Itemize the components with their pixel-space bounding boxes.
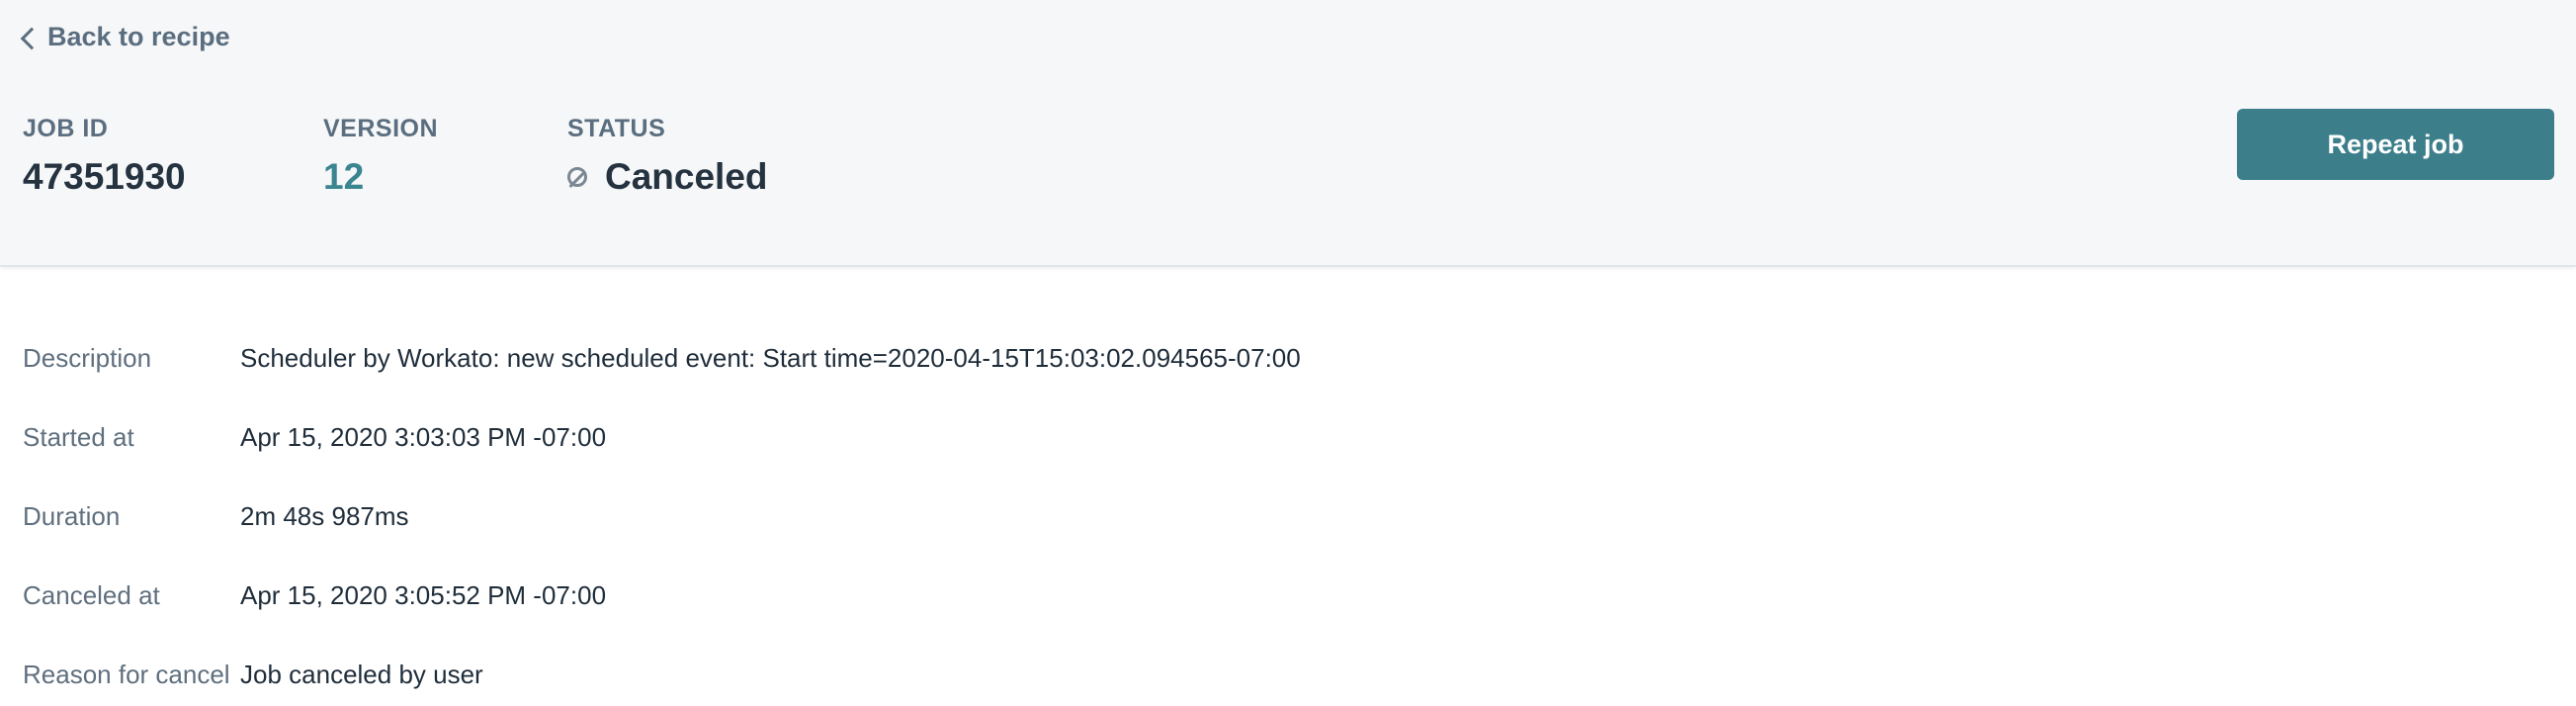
job-id-label: JOB ID xyxy=(23,115,109,142)
cancel-circle-icon xyxy=(567,167,587,187)
status-label: STATUS xyxy=(567,115,666,142)
detail-row-canceled-at: Canceled at Apr 15, 2020 3:05:52 PM -07:… xyxy=(0,575,2576,615)
detail-label: Canceled at xyxy=(23,580,160,610)
detail-row-started-at: Started at Apr 15, 2020 3:03:03 PM -07:0… xyxy=(0,417,2576,457)
detail-value: Scheduler by Workato: new scheduled even… xyxy=(240,343,1301,373)
detail-label: Duration xyxy=(23,501,121,531)
detail-row-duration: Duration 2m 48s 987ms xyxy=(0,496,2576,536)
version-link[interactable]: 12 xyxy=(323,154,438,200)
detail-row-description: Description Scheduler by Workato: new sc… xyxy=(0,338,2576,378)
job-id-value: 47351930 xyxy=(23,156,186,197)
job-header: Back to recipe JOB ID 47351930 VERSION 1… xyxy=(0,0,2576,267)
chevron-left-icon xyxy=(20,27,43,49)
detail-label: Started at xyxy=(23,422,134,452)
back-to-recipe-link[interactable]: Back to recipe xyxy=(20,22,230,52)
repeat-job-button[interactable]: Repeat job xyxy=(2237,109,2554,180)
version-label: VERSION xyxy=(323,115,439,142)
detail-value: 2m 48s 987ms xyxy=(240,501,409,531)
job-id-block: JOB ID 47351930 xyxy=(23,113,186,200)
version-block: VERSION 12 xyxy=(323,113,438,200)
status-block: STATUS Canceled xyxy=(567,113,768,200)
detail-value: Apr 15, 2020 3:05:52 PM -07:00 xyxy=(240,580,607,610)
detail-label: Description xyxy=(23,343,152,373)
detail-value: Apr 15, 2020 3:03:03 PM -07:00 xyxy=(240,422,607,452)
detail-label: Reason for cancel xyxy=(23,660,230,689)
status-text: Canceled xyxy=(605,156,768,197)
detail-value: Job canceled by user xyxy=(240,660,483,689)
back-to-recipe-label: Back to recipe xyxy=(47,22,230,51)
status-value: Canceled xyxy=(567,154,768,200)
detail-row-reason: Reason for cancel Job canceled by user xyxy=(0,655,2576,694)
